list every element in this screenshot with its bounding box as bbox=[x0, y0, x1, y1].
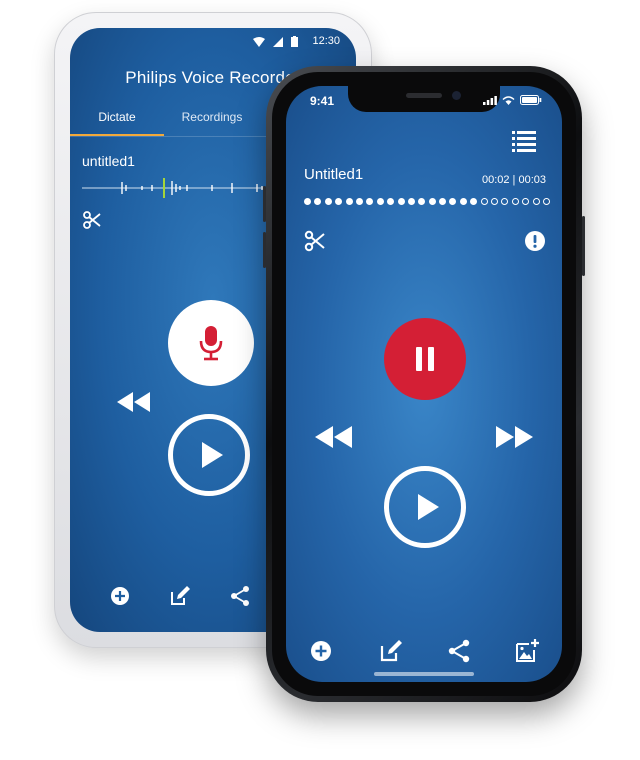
progress-dot-empty bbox=[501, 198, 509, 205]
list-icon[interactable] bbox=[512, 130, 536, 152]
iphone-status-icons bbox=[483, 95, 542, 105]
iphone-volume-button bbox=[263, 186, 266, 222]
progress-dot-filled bbox=[439, 198, 447, 205]
tab-recordings[interactable]: Recordings bbox=[164, 106, 260, 134]
elapsed-time: 00:02 bbox=[481, 174, 510, 186]
progress-dot-filled bbox=[304, 198, 311, 205]
edit-icon[interactable] bbox=[378, 638, 404, 664]
progress-dot-filled bbox=[397, 198, 405, 205]
android-recording-name: untitled1 bbox=[82, 153, 135, 169]
progress-dot-empty bbox=[491, 198, 499, 205]
wifi-icon bbox=[253, 36, 265, 47]
play-button[interactable] bbox=[168, 414, 250, 496]
share-icon[interactable] bbox=[446, 638, 472, 664]
progress-dot-filled bbox=[418, 198, 426, 205]
share-icon[interactable] bbox=[228, 584, 252, 608]
progress-dot-filled bbox=[324, 198, 332, 205]
add-icon[interactable] bbox=[108, 584, 132, 608]
alert-icon[interactable] bbox=[524, 230, 546, 252]
battery-icon bbox=[520, 95, 542, 105]
iphone: 9:41 Untitled1 00:02 | 00:03 bbox=[263, 66, 585, 702]
iphone-recording-name: Untitled1 bbox=[304, 166, 364, 183]
microphone-icon bbox=[199, 326, 223, 361]
progress-dot-empty bbox=[542, 198, 550, 205]
camera-icon bbox=[452, 91, 461, 100]
signal-icon bbox=[273, 36, 283, 47]
play-button[interactable] bbox=[384, 466, 466, 548]
pause-button[interactable] bbox=[384, 318, 466, 400]
iphone-screen: 9:41 Untitled1 00:02 | 00:03 bbox=[286, 86, 562, 682]
edit-icon[interactable] bbox=[168, 584, 192, 608]
rewind-button[interactable] bbox=[114, 390, 152, 414]
progress-dot-filled bbox=[314, 198, 322, 205]
progress-dot-filled bbox=[355, 198, 363, 205]
scissors-icon[interactable] bbox=[82, 210, 102, 230]
progress-dot-filled bbox=[335, 198, 343, 205]
play-icon bbox=[202, 442, 223, 468]
progress-dot-filled bbox=[470, 198, 478, 205]
progress-dot-empty bbox=[522, 198, 530, 205]
recording-time: 00:02 | 00:03 bbox=[482, 174, 546, 186]
total-time: 00:03 bbox=[518, 174, 546, 186]
android-status-time: 12:30 bbox=[312, 35, 340, 47]
iphone-status-time: 9:41 bbox=[310, 94, 335, 108]
wifi-icon bbox=[502, 95, 515, 105]
android-status-icons bbox=[253, 36, 298, 47]
iphone-power-button bbox=[582, 216, 585, 276]
progress-dot-filled bbox=[428, 198, 436, 205]
rewind-button[interactable] bbox=[312, 424, 354, 450]
add-image-icon[interactable] bbox=[514, 638, 540, 664]
battery-icon bbox=[291, 36, 298, 47]
progress-dot-empty bbox=[480, 198, 488, 205]
progress-dot-filled bbox=[387, 198, 395, 205]
android-status-bar: 12:30 bbox=[70, 28, 356, 56]
tab-dictate[interactable]: Dictate bbox=[70, 106, 164, 136]
home-indicator bbox=[374, 672, 474, 676]
time-separator: | bbox=[512, 174, 516, 186]
progress-dot-filled bbox=[376, 198, 384, 205]
progress-dot-filled bbox=[345, 198, 353, 205]
speaker-grille bbox=[406, 93, 442, 98]
progress-dot-filled bbox=[366, 198, 374, 205]
signal-icon bbox=[483, 95, 497, 105]
waveform bbox=[82, 178, 282, 198]
progress-dot-empty bbox=[511, 198, 519, 205]
progress-dot-filled bbox=[449, 198, 457, 205]
progress-dots[interactable] bbox=[304, 198, 550, 208]
progress-dot-empty bbox=[532, 198, 540, 205]
record-button[interactable] bbox=[168, 300, 254, 386]
iphone-notch bbox=[348, 86, 500, 112]
play-icon bbox=[418, 494, 439, 520]
progress-dot-filled bbox=[459, 198, 467, 205]
add-icon[interactable] bbox=[308, 638, 334, 664]
pause-icon bbox=[416, 347, 434, 371]
scissors-icon[interactable] bbox=[304, 230, 326, 252]
fast-forward-button[interactable] bbox=[494, 424, 536, 450]
progress-dot-filled bbox=[407, 198, 415, 205]
iphone-volume-button bbox=[263, 232, 266, 268]
